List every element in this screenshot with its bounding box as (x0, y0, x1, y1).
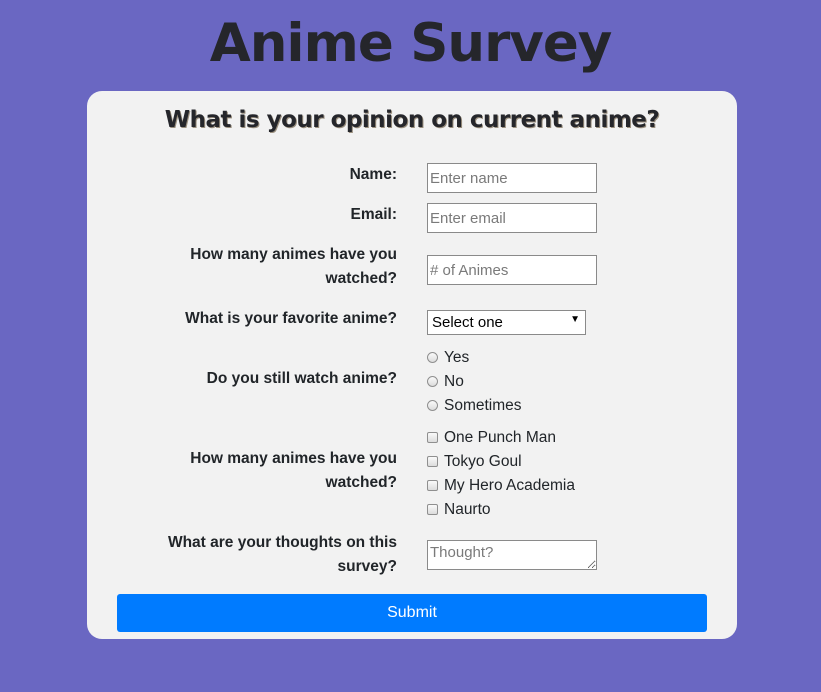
checkbox[interactable] (427, 431, 438, 443)
radio-option-sometimes[interactable]: Sometimes (427, 395, 522, 417)
thoughts-label: What are your thoughts on this survey? (147, 531, 397, 579)
radio-button[interactable] (427, 375, 438, 387)
watched-animes-label-line2: watched? (325, 474, 397, 491)
radio-option-yes[interactable]: Yes (427, 347, 469, 369)
checkbox-option-my-hero-academia[interactable]: My Hero Academia (427, 475, 575, 497)
name-label: Name: (349, 166, 397, 183)
checkbox-option-label: Tokyo Goul (444, 453, 522, 470)
checkbox-option-one-punch-man[interactable]: One Punch Man (427, 427, 556, 449)
radio-option-label: Yes (444, 349, 470, 366)
checkbox-option-label: Naurto (444, 501, 491, 518)
checkbox-option-label: My Hero Academia (444, 477, 575, 494)
checkbox-option-tokyo-goul[interactable]: Tokyo Goul (427, 451, 522, 473)
radio-option-no[interactable]: No (427, 371, 464, 393)
thoughts-label-line1: What are your thoughts on this (167, 534, 397, 551)
checkbox-option-naurto[interactable]: Naurto (427, 499, 491, 521)
email-label: Email: (350, 206, 397, 223)
radio-button[interactable] (427, 351, 438, 363)
checkbox[interactable] (427, 455, 438, 467)
checkbox[interactable] (427, 503, 438, 515)
anime-count-label: How many animes have you watched? (147, 243, 397, 291)
page-title: Anime Survey (209, 13, 613, 74)
radio-option-label: Sometimes (444, 397, 522, 414)
email-input[interactable] (427, 203, 597, 233)
anime-count-label-line2: watched? (325, 270, 397, 287)
checkbox-option-label: One Punch Man (444, 429, 557, 446)
dropdown-caret-icon: ▼ (570, 314, 580, 325)
favorite-anime-select[interactable]: Select one ▼ (427, 310, 586, 335)
survey-question-title: What is your opinion on current anime? (164, 107, 660, 133)
checkbox[interactable] (427, 479, 438, 491)
anime-count-label-line1: How many animes have you (190, 246, 397, 263)
radio-option-label: No (444, 373, 464, 390)
favorite-anime-label: What is your favorite anime? (185, 310, 397, 327)
survey-card: What is your opinion on current anime? N… (87, 91, 737, 639)
name-input[interactable] (427, 163, 597, 193)
thoughts-label-line2: survey? (337, 558, 397, 575)
still-watch-label: Do you still watch anime? (206, 370, 397, 387)
watched-animes-label: How many animes have you watched? (147, 447, 397, 495)
watched-animes-label-line1: How many animes have you (190, 450, 397, 467)
favorite-anime-selected-value: Select one (432, 314, 503, 331)
thoughts-textarea[interactable] (427, 540, 597, 570)
submit-button[interactable]: Submit (117, 594, 707, 632)
anime-count-input[interactable] (427, 255, 597, 285)
radio-button[interactable] (427, 399, 438, 411)
